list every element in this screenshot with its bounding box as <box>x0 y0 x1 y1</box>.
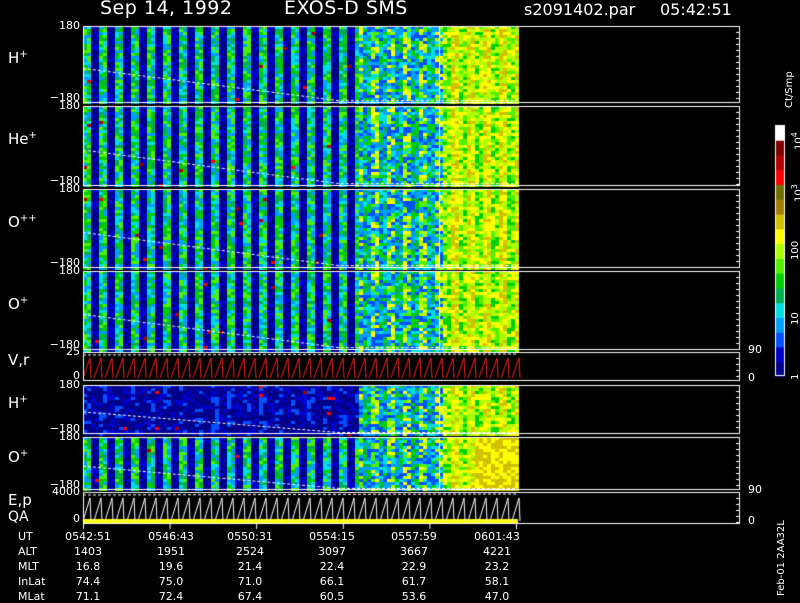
orbit-cell: 3097 <box>318 545 346 558</box>
right-tick-top: 90 <box>748 343 762 356</box>
orbit-cell: 21.4 <box>237 560 263 573</box>
panel-label: V,r <box>8 350 30 369</box>
colorbar-tick: 103 <box>790 184 800 202</box>
ytick-top: 180 <box>59 182 80 195</box>
header-time: 05:42:51 <box>660 0 732 19</box>
colorbar-tick: 104 <box>790 132 800 150</box>
panel-label: H+ <box>8 393 28 412</box>
orbit-cell: 0542:51 <box>65 530 111 543</box>
orbit-cell: 60.5 <box>319 590 345 603</box>
orbit-cell: 23.2 <box>484 560 510 573</box>
spectrogram-canvas <box>0 0 800 600</box>
ytick-top: 4000 <box>52 485 80 498</box>
panel-label: O+ <box>8 447 29 466</box>
orbit-cell: 0546:43 <box>148 530 194 543</box>
panel-label-superscript: + <box>19 447 29 459</box>
orbit-cell: 58.1 <box>484 575 510 588</box>
footer-stamp: Feb-01 2AA32L <box>776 520 787 596</box>
header-instrument: EXOS-D SMS <box>284 0 408 19</box>
orbit-cell: 19.6 <box>158 560 184 573</box>
ytick-top: 180 <box>59 264 80 277</box>
orbit-cell: 0554:15 <box>309 530 355 543</box>
colorbar-tick: 100 <box>790 240 800 260</box>
orbit-cell: 67.4 <box>237 590 263 603</box>
colorbar-tick-exponent: 4 <box>790 132 799 138</box>
orbit-cell: 0550:31 <box>227 530 273 543</box>
orbit-cell: 61.7 <box>401 575 427 588</box>
ytick-top: 25 <box>66 345 80 358</box>
ytick-top: 180 <box>59 99 80 112</box>
colorbar-tick-exponent: 3 <box>790 184 799 190</box>
orbit-row-name: MLT <box>18 560 39 573</box>
ytick-top: 180 <box>59 378 80 391</box>
panel-label-secondary: QA <box>8 509 29 525</box>
orbit-row-name: ALT <box>18 545 37 558</box>
orbit-cell: 0557:59 <box>391 530 437 543</box>
ytick-top: 180 <box>59 19 80 32</box>
header-filename: s2091402.par <box>524 0 636 19</box>
orbit-row-name: UT <box>18 530 33 543</box>
panel-label-superscript: + <box>28 130 37 141</box>
orbit-cell: 53.6 <box>401 590 427 603</box>
orbit-row-name: InLat <box>18 575 46 588</box>
orbit-cell: 47.0 <box>484 590 510 603</box>
orbit-cell: 72.4 <box>158 590 184 603</box>
panel-label: H+ <box>8 48 28 67</box>
colorbar-tick: 10 <box>790 312 800 325</box>
orbit-cell: 22.9 <box>401 560 427 573</box>
orbit-cell: 16.8 <box>75 560 101 573</box>
right-tick-bottom: 0 <box>748 371 755 384</box>
orbit-cell: 74.4 <box>75 575 101 588</box>
colorbar-tick: 1 <box>790 373 800 380</box>
panel-label-superscript: + <box>19 48 28 60</box>
orbit-row-name: MLat <box>18 590 45 603</box>
orbit-cell: 71.1 <box>75 590 101 603</box>
panel-label-superscript: + <box>19 393 28 405</box>
orbit-cell: 3667 <box>400 545 428 558</box>
orbit-cell: 1403 <box>74 545 102 558</box>
header-date: Sep 14, 1992 <box>100 0 233 19</box>
orbit-cell: 1951 <box>157 545 185 558</box>
panel-label: E,p <box>8 491 32 509</box>
orbit-cell: 0601:43 <box>474 530 520 543</box>
ytick-bottom: 0 <box>73 512 80 525</box>
orbit-cell: 4221 <box>483 545 511 558</box>
orbit-cell: 71.0 <box>237 575 263 588</box>
right-tick-top: 90 <box>748 483 762 496</box>
orbit-cell: 22.4 <box>319 560 345 573</box>
panel-label-superscript: + <box>19 294 29 306</box>
right-tick-bottom: 0 <box>748 514 755 527</box>
panel-label: O+ <box>8 294 29 313</box>
orbit-cell: 2524 <box>236 545 264 558</box>
panel-label: He+ <box>8 130 37 148</box>
panel-label-superscript: ++ <box>19 212 37 224</box>
orbit-cell: 66.1 <box>319 575 345 588</box>
orbit-cell: 75.0 <box>158 575 184 588</box>
panel-label: O++ <box>8 212 37 231</box>
ytick-top: 180 <box>59 430 80 443</box>
colorbar-unit: Ct/Smp <box>784 71 795 108</box>
